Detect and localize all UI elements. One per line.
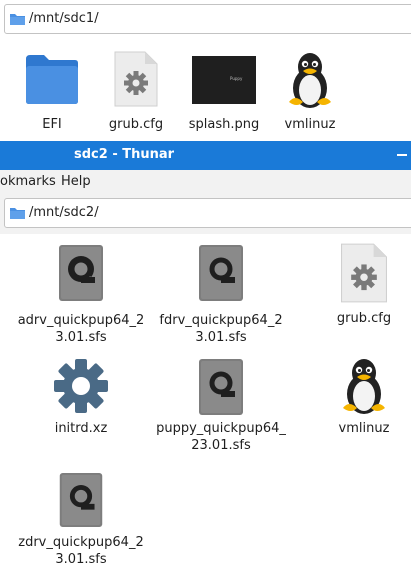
tux-icon [289,53,331,108]
file-view: adrv_quickpup64_2 3.01.sfs fdrv_quickpup… [0,234,411,570]
file-label-line1: fdrv_quickpup64_2 [159,313,283,328]
config-file-icon [341,243,387,303]
file-item-vmlinuz[interactable]: vmlinuz [278,52,342,133]
file-item-grub-cfg[interactable]: grub.cfg [104,50,168,133]
file-label-line2: 3.01.sfs [55,552,107,567]
config-file-icon [114,51,158,107]
file-manager-window-sdc1: /mnt/sdc1/ EFI grub.cfg Puppy splash.png [0,0,411,141]
folder-icon [10,14,25,25]
file-label-line2: 3.01.sfs [55,330,107,345]
file-label: vmlinuz [338,421,390,436]
file-item-vmlinuz[interactable]: vmlinuz [318,358,410,438]
file-label: vmlinuz [284,117,336,132]
file-label-line2: 23.01.sfs [191,438,251,453]
thumbnail-text: Puppy [230,76,243,81]
location-path: /mnt/sdc2/ [29,205,99,220]
tux-icon [343,359,385,414]
file-label: initrd.xz [54,421,108,436]
disk-image-icon [59,472,103,528]
image-thumbnail: Puppy [192,56,256,104]
minimize-icon[interactable] [397,154,407,156]
file-label: grub.cfg [336,311,392,326]
file-label-line2: 3.01.sfs [195,330,247,345]
location-bar[interactable]: /mnt/sdc2/ [4,198,411,228]
folder-icon [10,208,25,219]
file-item-grub-cfg[interactable]: grub.cfg [318,242,410,332]
title-bar[interactable]: sdc2 - Thunar [0,141,411,170]
folder-icon [26,55,78,104]
file-item-initrd[interactable]: initrd.xz [10,358,152,438]
file-label-line1: zdrv_quickpup64_2 [18,535,144,550]
file-item-adrv[interactable]: adrv_quickpup64_2 3.01.sfs [10,244,152,345]
window-title: sdc2 - Thunar [74,147,175,162]
file-item-zdrv[interactable]: zdrv_quickpup64_2 3.01.sfs [10,472,152,568]
disk-image-icon [199,359,243,415]
disk-image-icon [199,245,243,301]
menu-bookmarks[interactable]: okmarks [0,174,56,189]
file-label-line1: adrv_quickpup64_2 [17,313,145,328]
disk-image-icon [59,245,103,301]
file-manager-window-sdc2: sdc2 - Thunar okmarks Help /mnt/sdc2/ ad… [0,141,411,570]
file-item-puppy-sfs[interactable]: puppy_quickpup64_ 23.01.sfs [150,358,292,458]
file-label: splash.png [188,117,260,132]
file-item-fdrv[interactable]: fdrv_quickpup64_2 3.01.sfs [150,244,292,345]
file-item-splash-png[interactable]: Puppy splash.png [184,56,264,133]
file-label: grub.cfg [108,117,164,132]
location-path: /mnt/sdc1/ [29,11,99,26]
file-label: EFI [42,117,62,132]
gear-icon [54,359,108,413]
location-bar[interactable]: /mnt/sdc1/ [4,4,411,34]
menu-bar: okmarks Help [0,170,411,194]
file-item-efi[interactable]: EFI [20,53,84,133]
menu-help[interactable]: Help [61,174,91,189]
file-label-line1: puppy_quickpup64_ [156,421,286,436]
